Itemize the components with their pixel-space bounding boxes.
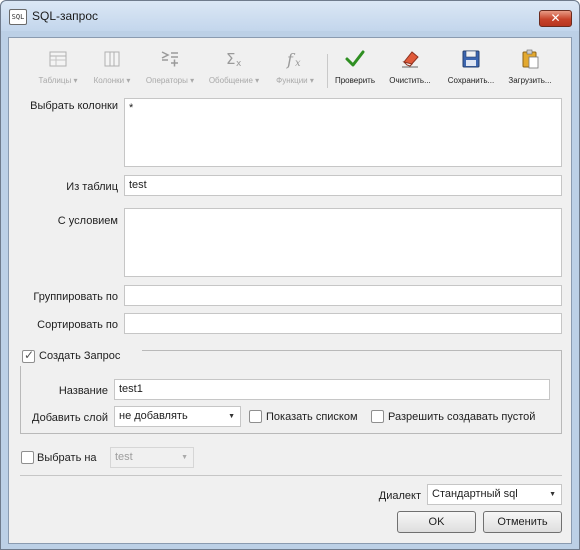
toolbar-columns-label: Колонки bbox=[93, 76, 125, 85]
allow-empty-checkbox[interactable] bbox=[371, 410, 384, 423]
group-by-label: Группировать по bbox=[33, 291, 118, 303]
toolbar-check-label: Проверить bbox=[334, 76, 375, 85]
dialect-value: Стандартный sql bbox=[432, 488, 518, 500]
toolbar-aggregates-label: Обобщение bbox=[208, 76, 253, 85]
toolbar-load-label: Загрузить... bbox=[508, 76, 552, 85]
show-as-list-checkbox[interactable] bbox=[249, 410, 262, 423]
dialog-body: Таблицы ▾ Колонки ▾ Операторы ▾ Σ x Обоб… bbox=[8, 37, 572, 544]
select-on-value: test bbox=[115, 451, 133, 463]
query-name-input[interactable]: test1 bbox=[114, 379, 550, 400]
table-icon bbox=[49, 51, 67, 67]
dialog-window: SQL SQL-запрос ✕ Таблицы ▾ Колонки ▾ Опе… bbox=[0, 0, 580, 550]
query-name-label: Название bbox=[58, 385, 108, 397]
svg-text:x: x bbox=[236, 59, 242, 69]
create-query-label: Создать Запрос bbox=[39, 350, 121, 362]
chevron-down-icon: ▾ bbox=[73, 76, 78, 85]
allow-empty-label: Разрешить создавать пустой bbox=[388, 411, 536, 423]
order-by-input[interactable] bbox=[124, 313, 562, 334]
toolbar-clear-button[interactable]: Очистить... bbox=[386, 48, 434, 90]
dropdown-arrow-icon: ▼ bbox=[549, 491, 556, 498]
columns-icon bbox=[104, 51, 120, 67]
chevron-down-icon: ▾ bbox=[255, 76, 260, 85]
svg-text:Σ: Σ bbox=[226, 50, 235, 68]
chevron-down-icon: ▾ bbox=[309, 76, 314, 85]
toolbar-functions-label: Функции bbox=[276, 76, 308, 85]
floppy-disk-icon bbox=[462, 50, 480, 68]
add-layer-label: Добавить слой bbox=[32, 412, 108, 424]
toolbar-separator bbox=[327, 54, 328, 88]
toolbar-tables-label: Таблицы bbox=[38, 76, 72, 85]
dialect-select[interactable]: Стандартный sql ▼ bbox=[427, 484, 562, 505]
group-by-input[interactable] bbox=[124, 285, 562, 306]
select-on-select[interactable]: test ▼ bbox=[110, 447, 194, 468]
dialect-label: Диалект bbox=[378, 490, 421, 502]
chevron-down-icon: ▾ bbox=[190, 76, 195, 85]
eraser-icon bbox=[402, 51, 419, 68]
create-query-checkbox[interactable] bbox=[22, 348, 35, 363]
toolbar-operators-label: Операторы bbox=[145, 76, 188, 85]
chevron-down-icon: ▾ bbox=[126, 76, 131, 85]
from-tables-label: Из таблиц bbox=[66, 181, 118, 193]
sigma-icon: Σ x bbox=[226, 50, 242, 69]
toolbar-save-button[interactable]: Сохранить... bbox=[446, 48, 496, 90]
from-tables-input[interactable]: test bbox=[124, 175, 562, 196]
toolbar-operators-button[interactable]: Операторы ▾ bbox=[143, 48, 197, 90]
title-bar[interactable]: SQL SQL-запрос ✕ bbox=[1, 1, 579, 31]
function-icon: f x bbox=[286, 50, 301, 69]
toolbar-aggregates-button[interactable]: Σ x Обобщение ▾ bbox=[206, 48, 262, 90]
close-button[interactable]: ✕ bbox=[539, 10, 572, 27]
add-layer-select[interactable]: не добавлять ▼ bbox=[114, 406, 241, 427]
where-textarea[interactable] bbox=[124, 208, 562, 277]
checkmark-icon bbox=[345, 50, 365, 67]
order-by-label: Сортировать по bbox=[37, 319, 118, 331]
dropdown-arrow-icon: ▼ bbox=[181, 454, 188, 461]
select-columns-textarea[interactable]: * bbox=[124, 98, 562, 167]
ok-button[interactable]: OK bbox=[397, 511, 476, 533]
where-label: С условием bbox=[57, 215, 118, 227]
operators-icon bbox=[161, 51, 178, 67]
toolbar-clear-label: Очистить... bbox=[389, 76, 431, 85]
clipboard-icon bbox=[522, 49, 539, 69]
toolbar-functions-button[interactable]: f x Функции ▾ bbox=[270, 48, 320, 90]
toolbar-tables-button[interactable]: Таблицы ▾ bbox=[35, 48, 81, 90]
toolbar-check-button[interactable]: Проверить bbox=[333, 48, 377, 90]
dropdown-arrow-icon: ▼ bbox=[228, 413, 235, 420]
add-layer-value: не добавлять bbox=[119, 410, 188, 422]
sql-file-icon: SQL bbox=[9, 9, 27, 25]
window-title: SQL-запрос bbox=[32, 9, 99, 23]
toolbar-save-label: Сохранить... bbox=[447, 76, 495, 85]
toolbar-columns-button[interactable]: Колонки ▾ bbox=[89, 48, 135, 90]
svg-text:x: x bbox=[295, 58, 301, 69]
select-columns-label: Выбрать колонки bbox=[30, 100, 118, 112]
select-on-label: Выбрать на bbox=[37, 452, 97, 464]
cancel-button[interactable]: Отменить bbox=[483, 511, 562, 533]
separator-line bbox=[20, 475, 562, 476]
select-on-checkbox[interactable] bbox=[21, 451, 34, 464]
show-as-list-label: Показать списком bbox=[266, 411, 358, 423]
toolbar-load-button[interactable]: Загрузить... bbox=[505, 48, 555, 90]
